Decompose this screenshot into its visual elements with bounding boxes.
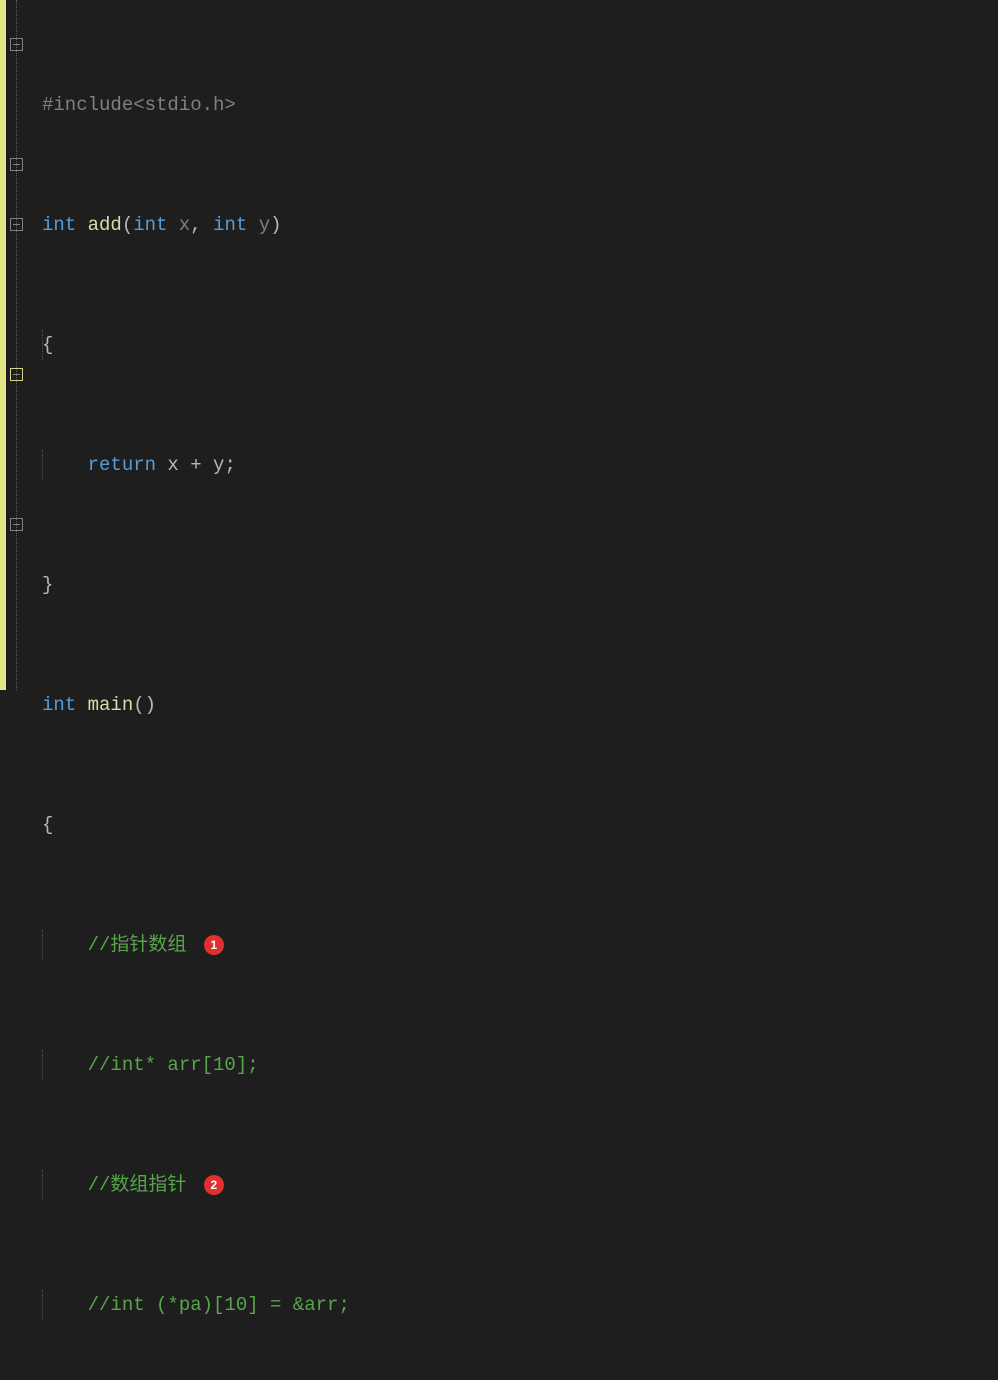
comma: , — [190, 210, 201, 240]
code-line[interactable]: int main() — [42, 690, 998, 720]
paren: ) — [145, 690, 156, 720]
comment: //指针数组 — [88, 930, 198, 960]
expr: x — [156, 450, 190, 480]
comment: //int* arr[10]; — [88, 1050, 259, 1080]
code-line[interactable]: //int (*pa)[10] = &arr; — [42, 1290, 998, 1320]
param: x — [167, 210, 190, 240]
expr: y — [202, 450, 225, 480]
paren: ) — [270, 210, 281, 240]
comment: //数组指针 — [88, 1170, 198, 1200]
code-line[interactable]: return x + y; — [42, 450, 998, 480]
code-line[interactable]: } — [42, 570, 998, 600]
preproc-directive: #include — [42, 90, 133, 120]
code-line[interactable]: //指针数组 1 — [42, 930, 998, 960]
paren: ( — [133, 690, 144, 720]
brace: { — [42, 330, 53, 360]
function-name: main — [76, 690, 133, 720]
keyword: int — [42, 210, 76, 240]
header-name: <stdio.h> — [133, 90, 236, 120]
brace: { — [42, 810, 53, 840]
annotation-badge: 2 — [204, 1175, 224, 1195]
code-editor[interactable]: #include<stdio.h> int add(int x, int y) … — [0, 0, 998, 690]
brace: } — [42, 570, 53, 600]
code-area[interactable]: #include<stdio.h> int add(int x, int y) … — [42, 0, 998, 690]
gutter — [0, 0, 42, 690]
keyword: int — [42, 690, 76, 720]
semicolon: ; — [224, 450, 235, 480]
keyword: int — [133, 210, 167, 240]
keyword: return — [88, 450, 156, 480]
function-name: add — [88, 210, 122, 240]
code-line[interactable]: #include<stdio.h> — [42, 90, 998, 120]
annotation-badge: 1 — [204, 935, 224, 955]
code-line[interactable]: { — [42, 810, 998, 840]
code-line[interactable]: //数组指针 2 — [42, 1170, 998, 1200]
code-line[interactable]: { — [42, 330, 998, 360]
comment: //int (*pa)[10] = &arr; — [88, 1290, 350, 1320]
code-line[interactable]: //int* arr[10]; — [42, 1050, 998, 1080]
param: y — [247, 210, 270, 240]
paren: ( — [122, 210, 133, 240]
operator: + — [190, 450, 201, 480]
keyword: int — [202, 210, 248, 240]
code-line[interactable]: int add(int x, int y) — [42, 210, 998, 240]
